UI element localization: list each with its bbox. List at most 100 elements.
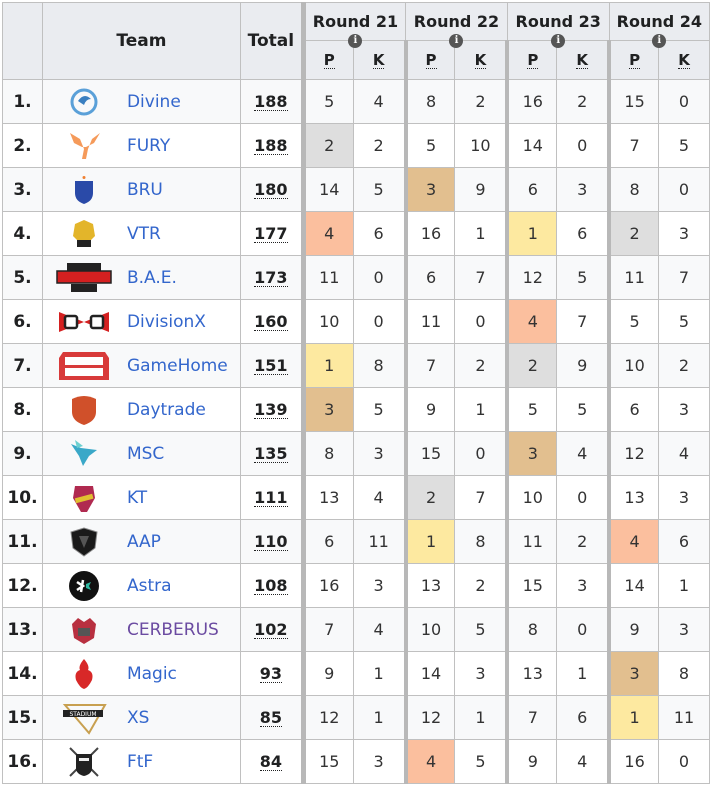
kills-cell: 5 xyxy=(556,387,610,432)
team-link[interactable]: CERBERUS xyxy=(127,620,219,640)
divisionx-logo[interactable] xyxy=(54,304,114,340)
total-points[interactable]: 93 xyxy=(259,666,282,683)
battle-arena-elites-logo[interactable] xyxy=(54,260,114,296)
team-cell: Magic xyxy=(41,651,241,696)
kills-abbr[interactable]: K xyxy=(474,53,487,69)
astra-logo[interactable] xyxy=(54,568,114,604)
total-points[interactable]: 188 xyxy=(254,138,288,155)
placement-cell: 10 xyxy=(300,299,354,344)
rank-cell: 12. xyxy=(2,563,43,608)
info-icon[interactable]: i xyxy=(348,34,363,48)
total-points[interactable]: 135 xyxy=(254,446,288,463)
total-points[interactable]: 160 xyxy=(254,314,288,331)
kills-abbr[interactable]: K xyxy=(678,53,690,69)
team-link[interactable]: FURY xyxy=(127,136,170,156)
table-row: 5. B.A.E. 173 11 0 6 7 12 5 11 7 xyxy=(2,255,710,300)
placement-abbr[interactable]: P xyxy=(323,53,335,69)
placement-cell: 7 xyxy=(505,695,558,740)
placement-cell: 4 xyxy=(403,739,456,784)
team-cell: FURY xyxy=(41,123,241,168)
total-points[interactable]: 151 xyxy=(254,358,288,375)
total-cell: 111 xyxy=(239,475,304,520)
round-23-header: Round 23 i xyxy=(506,2,610,48)
kills-abbr[interactable]: K xyxy=(372,53,385,69)
placement-cell: 2 xyxy=(403,475,456,520)
total-points[interactable]: 188 xyxy=(254,94,288,111)
total-points[interactable]: 84 xyxy=(259,754,282,771)
total-points[interactable]: 177 xyxy=(254,226,288,243)
placement-cell: 15 xyxy=(300,739,354,784)
total-cell: 84 xyxy=(239,739,304,784)
bru-logo[interactable] xyxy=(54,172,114,208)
team-link[interactable]: GameHome xyxy=(127,356,228,376)
gamehome-logo[interactable] xyxy=(54,348,114,384)
placement-cell: 9 xyxy=(403,387,456,432)
info-icon[interactable]: i xyxy=(652,34,667,48)
kills-cell: 8 xyxy=(352,343,407,388)
team-cell: Divine xyxy=(41,79,241,124)
placement-abbr[interactable]: P xyxy=(527,53,539,69)
team-link[interactable]: DivisionX xyxy=(127,312,206,332)
kills-cell: 1 xyxy=(658,563,710,608)
placement-abbr[interactable]: P xyxy=(425,53,437,69)
msc-logo[interactable] xyxy=(54,436,114,472)
table-row: 8. Daytrade 139 3 5 9 1 5 5 6 3 xyxy=(2,387,710,432)
kills-cell: 2 xyxy=(454,79,508,124)
divine-logo[interactable] xyxy=(54,84,114,120)
placement-cell: 11 xyxy=(403,299,456,344)
team-link[interactable]: XS xyxy=(127,708,149,728)
team-link[interactable]: FtF xyxy=(127,752,153,772)
team-link[interactable]: VTR xyxy=(127,224,161,244)
aap-logo[interactable] xyxy=(54,524,114,560)
total-points[interactable]: 111 xyxy=(254,490,288,507)
kt-logo[interactable] xyxy=(54,480,114,516)
total-points[interactable]: 102 xyxy=(254,622,288,639)
placement-cell: 3 xyxy=(300,387,354,432)
round-21-header: Round 21 i xyxy=(300,2,407,48)
team-link[interactable]: Magic xyxy=(127,664,177,684)
placement-cell: 6 xyxy=(300,519,354,564)
kills-cell: 3 xyxy=(352,563,407,608)
xs-stadium-logo[interactable]: STADIUM xyxy=(54,700,114,736)
cerberus-logo[interactable] xyxy=(54,612,114,648)
total-points[interactable]: 85 xyxy=(259,710,282,727)
team-link[interactable]: BRU xyxy=(127,180,163,200)
placement-cell: 12 xyxy=(300,695,354,740)
team-cell: AAP xyxy=(41,519,241,564)
total-cell: 180 xyxy=(239,167,304,212)
total-points[interactable]: 108 xyxy=(254,578,288,595)
total-points[interactable]: 110 xyxy=(254,534,288,551)
team-cell: BRU xyxy=(41,167,241,212)
daytrade-logo[interactable] xyxy=(54,392,114,428)
info-icon[interactable]: i xyxy=(449,34,464,48)
placement-cell: 9 xyxy=(607,607,660,652)
table-row: 12. Astra 108 16 3 13 2 15 3 14 1 xyxy=(2,563,710,608)
total-points[interactable]: 173 xyxy=(254,270,288,287)
placement-cell: 7 xyxy=(403,343,456,388)
team-link[interactable]: MSC xyxy=(127,444,164,464)
rank-cell: 16. xyxy=(2,739,43,784)
placement-cell: 14 xyxy=(607,563,660,608)
team-link[interactable]: B.A.E. xyxy=(127,268,177,288)
kills-cell: 1 xyxy=(454,211,508,256)
total-points[interactable]: 180 xyxy=(254,182,288,199)
team-link[interactable]: Daytrade xyxy=(127,400,206,420)
kills-cell: 2 xyxy=(556,79,610,124)
magic-logo[interactable] xyxy=(54,656,114,692)
placement-abbr[interactable]: P xyxy=(629,53,641,69)
team-link[interactable]: Astra xyxy=(127,576,172,596)
team-link[interactable]: AAP xyxy=(127,532,161,552)
fury-logo[interactable] xyxy=(54,128,114,164)
info-icon[interactable]: i xyxy=(551,34,566,48)
kills-cell: 4 xyxy=(352,475,407,520)
kills-cell: 5 xyxy=(454,739,508,784)
kills-cell: 1 xyxy=(352,651,407,696)
svg-text:STADIUM: STADIUM xyxy=(69,711,96,718)
ftf-logo[interactable] xyxy=(54,744,114,780)
team-link[interactable]: KT xyxy=(127,488,147,508)
placement-cell: 2 xyxy=(607,211,660,256)
kills-abbr[interactable]: K xyxy=(576,53,589,69)
vtr-logo[interactable] xyxy=(54,216,114,252)
team-link[interactable]: Divine xyxy=(127,92,181,112)
total-points[interactable]: 139 xyxy=(254,402,288,419)
